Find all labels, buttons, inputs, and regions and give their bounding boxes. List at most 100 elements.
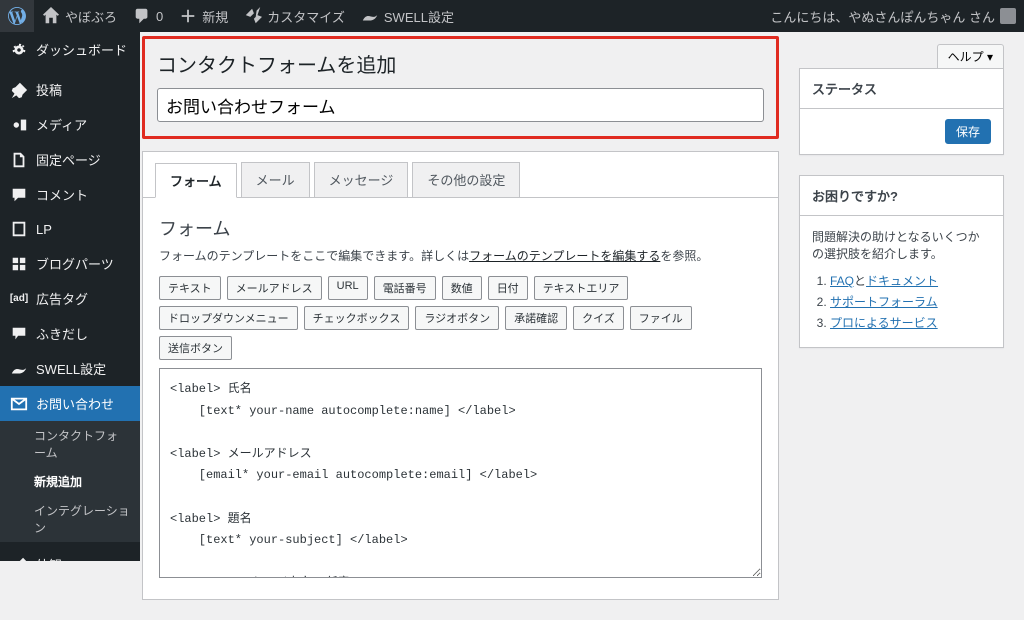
tag-btn-13[interactable]: 送信ボタン (159, 336, 232, 360)
form-template-textarea[interactable] (159, 368, 762, 578)
user-greeting[interactable]: こんにちは、やぬさんぽんちゃん さん (762, 0, 1024, 32)
tag-btn-5[interactable]: 日付 (488, 276, 528, 300)
tag-btn-6[interactable]: テキストエリア (534, 276, 629, 300)
tab-messages[interactable]: メッセージ (314, 162, 409, 197)
site-name-label: やぼぶろ (65, 7, 117, 26)
help-text: 問題解決の助けとなるいくつかの選択肢を紹介します。 (812, 228, 991, 262)
menu-comments-label: コメント (36, 185, 88, 204)
status-header: ステータス (800, 69, 1003, 109)
menu-contact-label: お問い合わせ (36, 394, 114, 413)
greeting-label: こんにちは、やぬさんぽんちゃん さん (770, 7, 995, 26)
menu-blogparts[interactable]: ブログパーツ (0, 246, 140, 281)
help-link-faq: FAQとドキュメント (830, 272, 991, 289)
swell-icon (361, 7, 379, 25)
swell-label: SWELL設定 (384, 7, 454, 26)
form-title-input[interactable] (157, 88, 764, 122)
faq-link[interactable]: FAQ (830, 274, 854, 288)
help-toggle[interactable]: ヘルプ ▾ (937, 44, 1004, 69)
submenu-contactforms[interactable]: コンタクトフォーム (0, 421, 140, 467)
adminbar-right: こんにちは、やぬさんぽんちゃん さん (762, 0, 1024, 32)
tag-btn-10[interactable]: 承諾確認 (505, 306, 567, 330)
doc-link[interactable]: ドキュメント (866, 274, 938, 288)
submenu-integration[interactable]: インテグレーション (0, 496, 140, 542)
help-inside: 問題解決の助けとなるいくつかの選択肢を紹介します。 FAQとドキュメント サポー… (800, 216, 1003, 347)
menu-appearance[interactable]: 外観 (0, 547, 140, 561)
menu-fukidashi-label: ふきだし (36, 324, 88, 343)
editor-panel: フォーム メール メッセージ その他の設定 フォーム フォームのテンプレートをこ… (142, 151, 779, 600)
appearance-icon (10, 556, 28, 562)
panel-desc: フォームのテンプレートをここで編集できます。詳しくはフォームのテンプレートを編集… (159, 247, 762, 264)
menu-lp-label: LP (36, 222, 52, 237)
avatar-icon (1000, 8, 1016, 24)
main-column: ヘルプ ▾ コンタクトフォームを追加 フォーム メール メッセージ その他の設定… (140, 32, 799, 620)
adminbar: やぼぶろ 0 新規 カスタマイズ SWELL設定 こんにちは、やぬさんぽんちゃん… (0, 0, 1024, 32)
tab-mail[interactable]: メール (241, 162, 310, 197)
panel-body: フォーム フォームのテンプレートをここで編集できます。詳しくはフォームのテンプレ… (143, 197, 778, 599)
dashboard-icon (10, 41, 28, 59)
menu-comments[interactable]: コメント (0, 177, 140, 212)
menu-dashboard-label: ダッシュボード (36, 40, 127, 59)
save-button[interactable]: 保存 (945, 119, 991, 144)
swell-menu-icon (10, 360, 28, 378)
tag-btn-2[interactable]: URL (328, 276, 368, 300)
adtag-icon: [ad] (10, 290, 28, 308)
tag-btn-8[interactable]: チェックボックス (304, 306, 410, 330)
lp-icon (10, 220, 28, 238)
adminmenu: ダッシュボード 投稿 メディア 固定ページ コメント LP ブログパーツ [ad… (0, 32, 140, 561)
tag-btn-11[interactable]: クイズ (573, 306, 624, 330)
desc-post: を参照。 (660, 249, 708, 263)
tag-btn-12[interactable]: ファイル (630, 306, 692, 330)
help-tab-wrap: ヘルプ ▾ (937, 36, 1024, 69)
menu-fukidashi[interactable]: ふきだし (0, 316, 140, 351)
menu-lp[interactable]: LP (0, 212, 140, 246)
tag-btn-4[interactable]: 数値 (442, 276, 482, 300)
bubble-icon (10, 325, 28, 343)
media-icon (10, 116, 28, 134)
menu-contact[interactable]: お問い合わせ (0, 386, 140, 421)
customize-label: カスタマイズ (267, 7, 345, 26)
menu-posts[interactable]: 投稿 (0, 72, 140, 107)
status-title: ステータス (812, 69, 991, 108)
comments-icon (10, 186, 28, 204)
help-link-pro: プロによるサービス (830, 314, 991, 331)
faq-and: と (854, 274, 866, 288)
submenu-addnew[interactable]: 新規追加 (0, 467, 140, 496)
mail-icon (10, 395, 28, 413)
comments-link[interactable]: 0 (125, 0, 171, 32)
tab-form[interactable]: フォーム (155, 163, 237, 198)
panel-heading: フォーム (159, 215, 762, 241)
menu-dashboard[interactable]: ダッシュボード (0, 32, 140, 67)
tag-btn-9[interactable]: ラジオボタン (415, 306, 499, 330)
tag-btn-1[interactable]: メールアドレス (227, 276, 322, 300)
plus-icon (179, 7, 197, 25)
help-title: お困りですか? (812, 176, 991, 215)
menu-adtag-label: 広告タグ (36, 289, 88, 308)
swell-settings-link[interactable]: SWELL設定 (353, 0, 462, 32)
tag-btn-3[interactable]: 電話番号 (374, 276, 436, 300)
customize-link[interactable]: カスタマイズ (236, 0, 353, 32)
forum-link[interactable]: サポートフォーラム (830, 295, 938, 309)
brush-icon (244, 7, 262, 25)
wp-logo[interactable] (0, 0, 34, 32)
menu-pages-label: 固定ページ (36, 150, 101, 169)
blogparts-icon (10, 255, 28, 273)
menu-adtag[interactable]: [ad] 広告タグ (0, 281, 140, 316)
tabs: フォーム メール メッセージ その他の設定 (143, 152, 778, 198)
help-links-list: FAQとドキュメント サポートフォーラム プロによるサービス (812, 272, 991, 331)
desc-link[interactable]: フォームのテンプレートを編集する (469, 249, 660, 263)
sidebar-right: ステータス 保存 お困りですか? 問題解決の助けとなるいくつかの選択肢を紹介しま… (799, 32, 1024, 620)
pin-icon (10, 81, 28, 99)
help-header: お困りですか? (800, 176, 1003, 216)
site-home[interactable]: やぼぶろ (34, 0, 125, 32)
help-postbox: お困りですか? 問題解決の助けとなるいくつかの選択肢を紹介します。 FAQとドキ… (799, 175, 1004, 348)
new-label: 新規 (202, 7, 228, 26)
menu-media[interactable]: メディア (0, 107, 140, 142)
content-wrap: ヘルプ ▾ コンタクトフォームを追加 フォーム メール メッセージ その他の設定… (140, 32, 1024, 620)
menu-pages[interactable]: 固定ページ (0, 142, 140, 177)
tab-other[interactable]: その他の設定 (412, 162, 520, 197)
tag-btn-0[interactable]: テキスト (159, 276, 221, 300)
tag-btn-7[interactable]: ドロップダウンメニュー (159, 306, 298, 330)
pro-link[interactable]: プロによるサービス (830, 316, 938, 330)
menu-swell[interactable]: SWELL設定 (0, 351, 140, 386)
new-content[interactable]: 新規 (171, 0, 236, 32)
